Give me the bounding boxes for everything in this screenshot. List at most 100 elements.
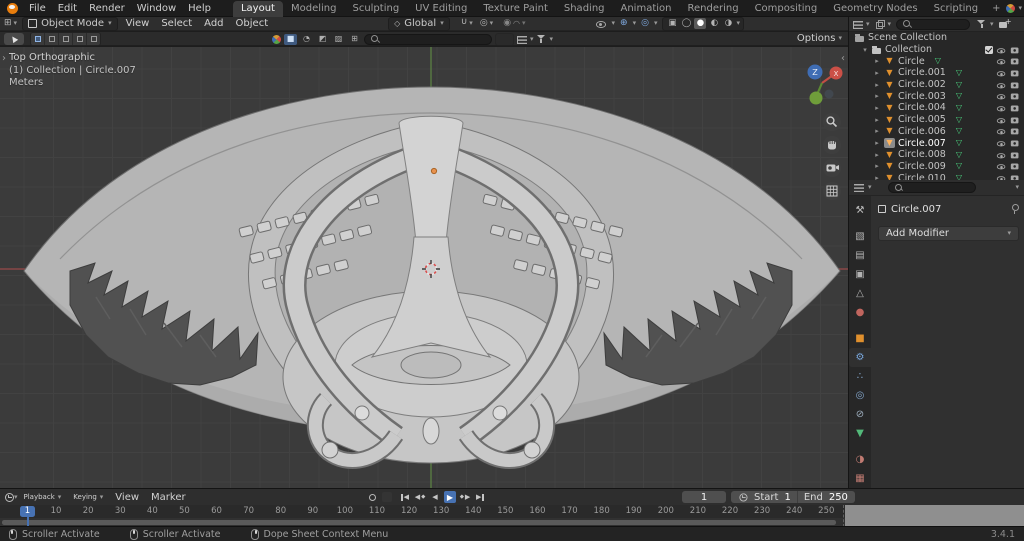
disclosure-icon[interactable]: ▸: [873, 69, 881, 77]
start-frame-field[interactable]: 1: [784, 492, 790, 503]
timeline-menu-item[interactable]: Playback▾: [18, 494, 68, 501]
properties-tab[interactable]: ◑: [849, 450, 871, 469]
properties-tab[interactable]: △: [849, 284, 871, 303]
material-preview-icon[interactable]: ◐: [708, 18, 720, 29]
disable-render-toggle[interactable]: [1011, 92, 1020, 101]
properties-tab[interactable]: ▧: [849, 227, 871, 246]
select-mode-subtract[interactable]: [59, 33, 73, 45]
hide-viewport-toggle[interactable]: [997, 57, 1006, 66]
filter-toggle-icon[interactable]: ◩: [316, 34, 329, 45]
options-dropdown[interactable]: Options ▾: [797, 33, 842, 44]
jump-to-end-button[interactable]: ▶: [474, 491, 486, 503]
play-button[interactable]: ▶: [444, 491, 456, 503]
disable-render-toggle[interactable]: [1011, 162, 1020, 171]
chevron-down-icon[interactable]: ▾: [633, 20, 637, 27]
exclude-checkbox[interactable]: [985, 46, 993, 54]
hide-viewport-toggle[interactable]: [997, 80, 1006, 89]
properties-tab[interactable]: ◎: [849, 386, 871, 405]
chevron-down-icon[interactable]: ▾: [736, 20, 740, 27]
select-mode-set[interactable]: [31, 33, 45, 45]
disable-render-toggle[interactable]: [1011, 127, 1020, 136]
hide-viewport-toggle[interactable]: [997, 150, 1006, 159]
workspace-tab[interactable]: Shading: [556, 1, 613, 17]
properties-tab[interactable]: ⚒: [849, 201, 871, 220]
workspace-tab[interactable]: Scripting: [926, 1, 986, 17]
keying-set-button[interactable]: [382, 492, 392, 502]
collection-row[interactable]: ▾ Collection: [849, 44, 1024, 56]
chevron-down-icon[interactable]: ▾: [469, 20, 473, 27]
workspace-tab[interactable]: Sculpting: [344, 1, 407, 17]
topbar-menu-item[interactable]: Edit: [52, 2, 83, 15]
filter-funnel-icon[interactable]: [977, 19, 987, 29]
chevron-down-icon[interactable]: ▾: [866, 21, 870, 28]
select-mode-invert[interactable]: [73, 33, 87, 45]
hide-viewport-toggle[interactable]: [997, 45, 1006, 54]
filter-toggle-icon[interactable]: ▨: [332, 34, 345, 45]
chevron-down-icon[interactable]: ▾: [1015, 184, 1019, 191]
workspace-tab[interactable]: Geometry Nodes: [825, 1, 925, 17]
disable-render-toggle[interactable]: [1011, 139, 1020, 148]
active-tool-button[interactable]: [4, 33, 24, 45]
snap-magnet-icon[interactable]: ∪: [461, 18, 468, 27]
workspace-tab[interactable]: Texture Paint: [475, 1, 556, 17]
play-reverse-button[interactable]: ◀: [429, 491, 441, 503]
disable-render-toggle[interactable]: [1011, 80, 1020, 89]
workspace-tab[interactable]: Animation: [613, 1, 680, 17]
filter-toggle-icon[interactable]: ⊞: [348, 34, 361, 45]
gizmos-toggle-icon[interactable]: ⊕: [620, 19, 628, 28]
properties-tab[interactable]: ▦: [849, 469, 871, 488]
next-keyframe-button[interactable]: ◆▶: [459, 491, 471, 503]
disable-render-toggle[interactable]: [1011, 57, 1020, 66]
filter-toggle-icon[interactable]: ■: [284, 34, 297, 45]
viewport-menu-item[interactable]: View: [120, 18, 156, 29]
solid-shading-icon[interactable]: ●: [694, 18, 706, 29]
xray-toggle-icon[interactable]: ▣: [666, 18, 678, 29]
hide-viewport-toggle[interactable]: [997, 92, 1006, 101]
properties-tab[interactable]: ⚙: [849, 348, 871, 367]
add-modifier-dropdown[interactable]: Add Modifier ▾: [878, 226, 1019, 241]
filter-funnel-icon[interactable]: [537, 34, 547, 44]
chevron-down-icon[interactable]: ▾: [550, 36, 554, 43]
disable-render-toggle[interactable]: [1011, 115, 1020, 124]
filter-toggle-icon[interactable]: ◔: [300, 34, 313, 45]
search-input[interactable]: [364, 34, 492, 45]
jump-to-start-button[interactable]: ◀: [399, 491, 411, 503]
hide-viewport-toggle[interactable]: [997, 104, 1006, 113]
viewport-menu-item[interactable]: Object: [230, 18, 275, 29]
chevron-down-icon[interactable]: ▾: [888, 21, 892, 28]
editor-type-icon[interactable]: [854, 183, 864, 192]
snap-target-icon[interactable]: ◎: [480, 19, 488, 28]
use-preview-range-icon[interactable]: [739, 493, 748, 502]
pan-button[interactable]: [823, 136, 841, 154]
disclosure-icon[interactable]: ▾: [861, 46, 869, 54]
properties-tab[interactable]: ■: [849, 329, 871, 348]
disclosure-icon[interactable]: ▸: [873, 162, 881, 170]
previous-keyframe-button[interactable]: ◀◆: [414, 491, 426, 503]
disclosure-icon[interactable]: ▸: [873, 92, 881, 100]
disable-render-toggle[interactable]: [1011, 104, 1020, 113]
orientation-gizmo[interactable]: Z X: [808, 65, 843, 105]
workspace-tab[interactable]: Modeling: [283, 1, 345, 17]
hide-viewport-toggle[interactable]: [997, 162, 1006, 171]
scene-icon[interactable]: [1006, 4, 1015, 13]
workspace-tab[interactable]: Rendering: [679, 1, 746, 17]
properties-tab[interactable]: ●: [849, 303, 871, 322]
overlays-toggle-icon[interactable]: ◎: [641, 19, 649, 28]
hide-viewport-toggle[interactable]: [997, 139, 1006, 148]
chevron-down-icon[interactable]: ▾: [522, 20, 526, 27]
disabled-toggle[interactable]: [495, 33, 514, 46]
hide-viewport-toggle[interactable]: [997, 127, 1006, 136]
display-mode-icon[interactable]: [517, 35, 527, 44]
chevron-down-icon[interactable]: ▾: [1018, 5, 1022, 12]
outliner-object-row[interactable]: ▸ ▼ Circle.006 ▽: [849, 126, 1024, 138]
scene-collection-row[interactable]: Scene Collection: [849, 32, 1024, 44]
chevron-down-icon[interactable]: ▾: [490, 20, 494, 27]
current-frame-field[interactable]: 1: [682, 491, 726, 503]
filter-id-type-icon[interactable]: [876, 20, 885, 29]
properties-tab[interactable]: ∴: [849, 367, 871, 386]
show-object-types-icon[interactable]: [596, 19, 607, 29]
wireframe-shading-icon[interactable]: ◯: [680, 18, 692, 29]
transform-orientation-dropdown[interactable]: ◇ Global ▾: [388, 17, 450, 31]
display-mode-icon[interactable]: [853, 20, 863, 29]
display-ball-icon[interactable]: [272, 35, 281, 44]
